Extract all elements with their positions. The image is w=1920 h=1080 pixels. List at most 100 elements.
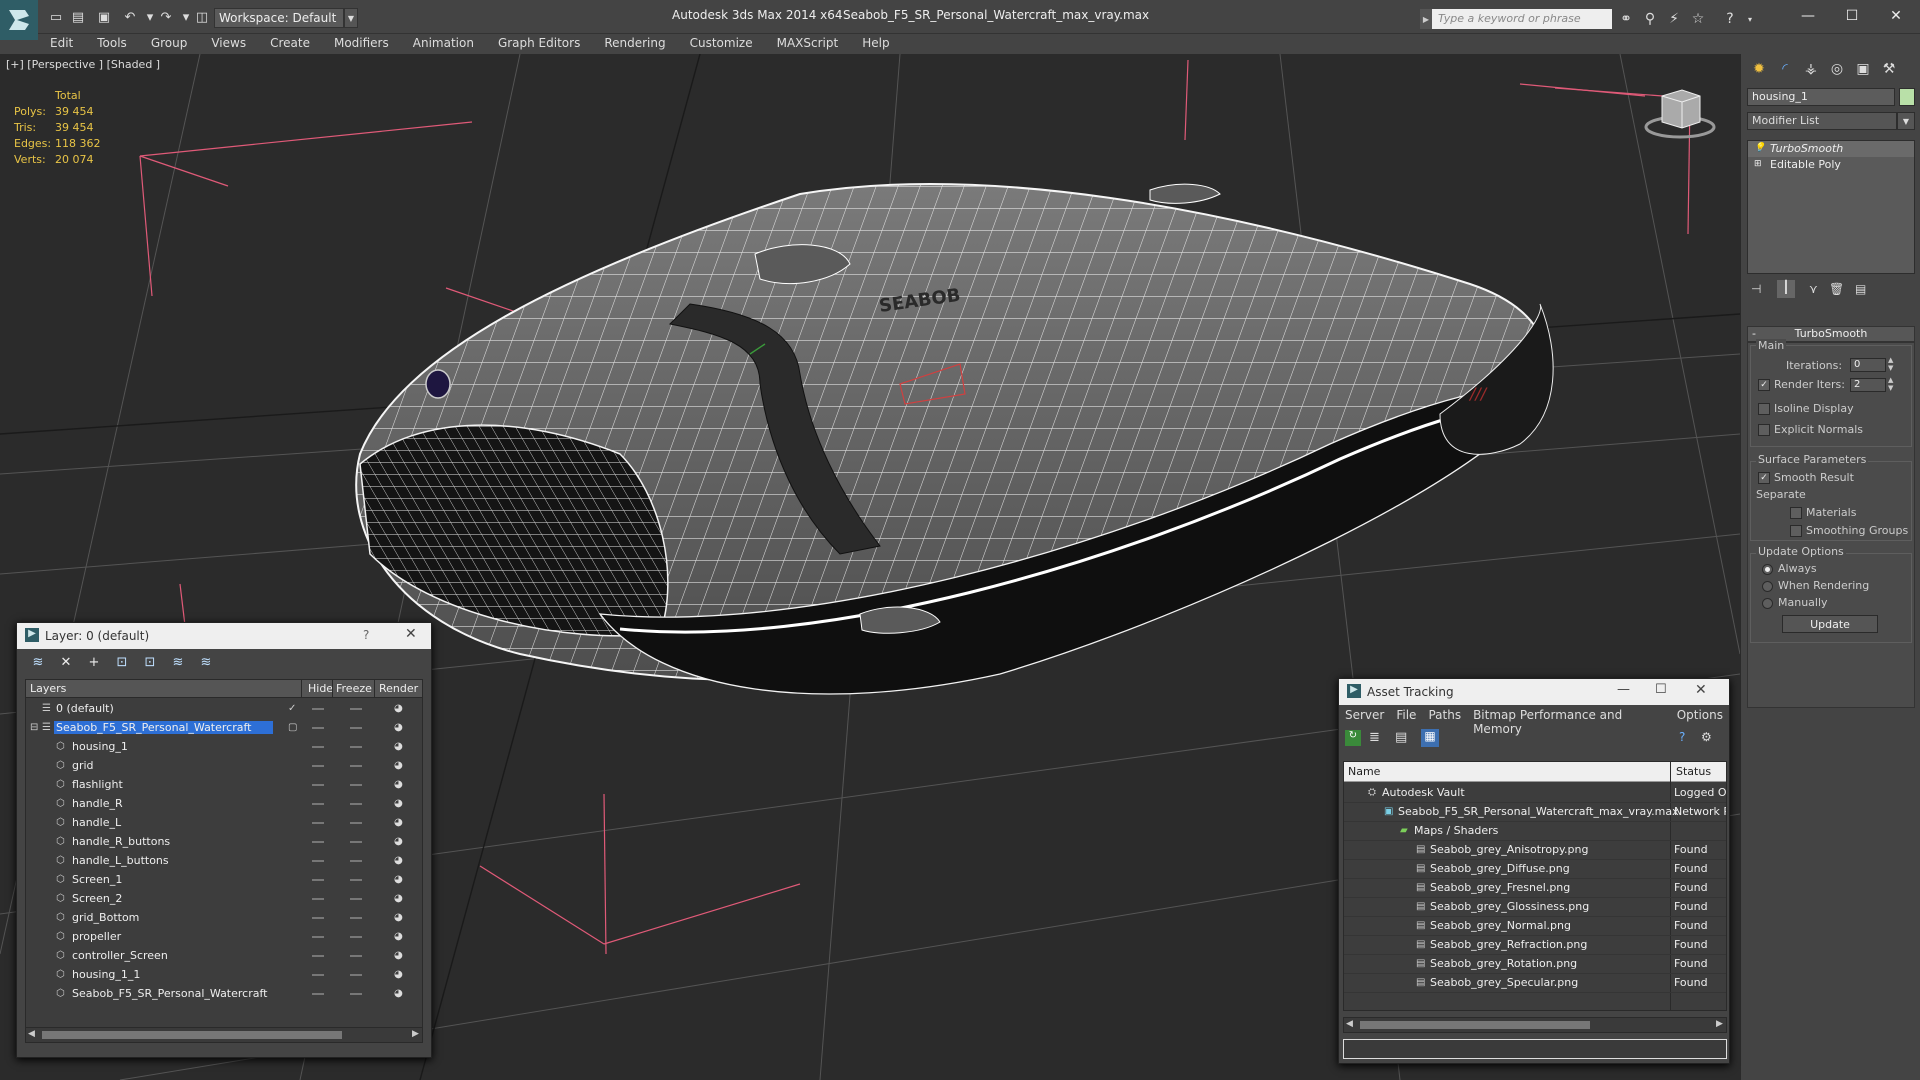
hide-toggle[interactable] [312, 898, 324, 900]
close-icon[interactable]: ✕ [405, 626, 417, 642]
render-teapot-icon[interactable]: ◕ [394, 703, 403, 714]
communication-icon[interactable]: ⚡ [1664, 9, 1684, 29]
render-iters-checkbox[interactable]: ✓ [1758, 379, 1770, 391]
asset-row[interactable]: ▤ Seabob_grey_Fresnel.png Found [1344, 879, 1726, 898]
hide-toggle[interactable] [312, 860, 324, 862]
object-name-field[interactable]: housing_1 [1747, 88, 1895, 106]
layer-row[interactable]: ⬡ flashlight ◕ [26, 776, 422, 795]
highlight-layers-icon[interactable]: ⊡ [139, 653, 161, 671]
render-teapot-icon[interactable]: ◕ [394, 836, 403, 847]
configure-sets-icon[interactable]: ▤ [1855, 282, 1866, 296]
asset-row[interactable]: ▤ Seabob_grey_Rotation.png Found [1344, 955, 1726, 974]
freeze-toggle[interactable] [350, 822, 362, 824]
column-status[interactable]: Status [1676, 765, 1711, 778]
hide-toggle[interactable] [312, 917, 324, 919]
menu-animation[interactable]: Animation [401, 34, 486, 54]
layer-row[interactable]: ⬡ handle_R_buttons ◕ [26, 833, 422, 852]
asset-row[interactable]: ▤ Seabob_grey_Glossiness.png Found [1344, 898, 1726, 917]
render-teapot-icon[interactable]: ◕ [394, 855, 403, 866]
subscription-icon[interactable]: ⚲ [1640, 9, 1660, 29]
freeze-toggle[interactable] [350, 746, 362, 748]
asset-path-field[interactable] [1343, 1039, 1727, 1059]
spinner-arrows-icon[interactable]: ▲ ▼ [1888, 356, 1893, 372]
binoculars-icon[interactable]: ⚭ [1616, 9, 1636, 29]
hide-toggle[interactable] [312, 822, 324, 824]
save-icon[interactable]: ▣ [94, 8, 114, 26]
column-render[interactable]: Render [379, 682, 418, 695]
menu-views[interactable]: Views [199, 34, 258, 54]
hide-toggle[interactable] [312, 708, 324, 710]
hide-toggle[interactable] [312, 879, 324, 881]
asset-row[interactable]: ⛭ Autodesk Vault Logged O [1344, 784, 1726, 803]
render-teapot-icon[interactable]: ◕ [394, 988, 403, 999]
update-button[interactable]: Update [1782, 615, 1878, 633]
horizontal-scrollbar[interactable]: ◀ ▶ [1343, 1017, 1727, 1033]
add-to-layer-icon[interactable]: + [83, 653, 105, 671]
freeze-toggle[interactable] [350, 860, 362, 862]
always-radio[interactable] [1762, 564, 1773, 575]
menu-maxscript[interactable]: MAXScript [765, 34, 851, 54]
render-teapot-icon[interactable]: ◕ [394, 741, 403, 752]
hide-toggle[interactable] [312, 746, 324, 748]
freeze-toggle[interactable] [350, 803, 362, 805]
asset-row[interactable]: ▰ Maps / Shaders [1344, 822, 1726, 841]
manually-radio[interactable] [1762, 598, 1773, 609]
render-teapot-icon[interactable]: ◕ [394, 969, 403, 980]
chevron-right-icon[interactable]: ▶ [1420, 9, 1432, 29]
menu-rendering[interactable]: Rendering [592, 34, 677, 54]
menu-create[interactable]: Create [258, 34, 322, 54]
new-file-icon[interactable]: ▭ [46, 8, 66, 26]
lightbulb-icon[interactable]: 💡 [1754, 143, 1765, 153]
stack-item-turbosmooth[interactable]: 💡 TurboSmooth [1748, 141, 1914, 157]
scroll-right-icon[interactable]: ▶ [412, 1029, 419, 1039]
hide-toggle[interactable] [312, 974, 324, 976]
asset-row[interactable]: ▤ Seabob_grey_Normal.png Found [1344, 917, 1726, 936]
minimize-icon[interactable]: — [1617, 682, 1630, 697]
collapse-toggle-icon[interactable]: ⊟ [30, 722, 41, 733]
freeze-toggle[interactable] [350, 879, 362, 881]
iterations-spinner[interactable]: 0 [1850, 358, 1886, 372]
render-iters-spinner[interactable]: 2 [1850, 378, 1886, 392]
close-icon[interactable]: ✕ [1874, 4, 1918, 28]
materials-checkbox[interactable] [1790, 507, 1802, 519]
hide-toggle[interactable] [312, 765, 324, 767]
display-tab-icon[interactable]: ▣ [1851, 58, 1875, 80]
view-cube[interactable] [1644, 89, 1716, 139]
render-teapot-icon[interactable]: ◕ [394, 722, 403, 733]
chevron-down-icon[interactable]: ▼ [344, 8, 358, 28]
hide-toggle[interactable] [312, 955, 324, 957]
expand-plus-icon[interactable]: ⊞ [1754, 159, 1764, 169]
list-view-icon[interactable]: ≣ [1369, 730, 1380, 745]
asset-window-title[interactable]: Asset Tracking [1339, 679, 1729, 705]
chevron-down-icon[interactable]: ▼ [1897, 112, 1915, 130]
menu-bitmap-performance[interactable]: Bitmap Performance and Memory [1467, 705, 1671, 736]
layer-row[interactable]: ⬡ Seabob_F5_SR_Personal_Watercraft ◕ [26, 985, 422, 1004]
horizontal-scrollbar[interactable]: ◀ ▶ [25, 1027, 423, 1043]
pin-stack-icon[interactable]: ⊣ [1751, 282, 1761, 296]
layer-row[interactable]: ⬡ grid ◕ [26, 757, 422, 776]
asset-row[interactable]: ▤ Seabob_grey_Refraction.png Found [1344, 936, 1726, 955]
freeze-toggle[interactable] [350, 936, 362, 938]
details-view-icon[interactable]: ▤ [1395, 730, 1407, 745]
select-objects-icon[interactable]: ⊡ [111, 653, 133, 671]
layer-row[interactable]: ⬡ handle_L_buttons ◕ [26, 852, 422, 871]
asset-row[interactable]: ▤ Seabob_grey_Anisotropy.png Found [1344, 841, 1726, 860]
menu-options[interactable]: Options [1671, 705, 1729, 725]
hierarchy-tab-icon[interactable]: ⚶ [1799, 58, 1823, 80]
menu-modifiers[interactable]: Modifiers [322, 34, 401, 54]
render-teapot-icon[interactable]: ◕ [394, 874, 403, 885]
table-view-icon[interactable]: ▦ [1421, 729, 1439, 747]
explicit-normals-checkbox[interactable] [1758, 424, 1770, 436]
render-teapot-icon[interactable]: ◕ [394, 817, 403, 828]
render-teapot-icon[interactable]: ◕ [394, 779, 403, 790]
column-freeze[interactable]: Freeze [336, 682, 372, 695]
hide-toggle[interactable] [312, 841, 324, 843]
column-layers[interactable]: Layers [30, 682, 66, 695]
maximize-icon[interactable]: ☐ [1655, 682, 1667, 697]
hide-toggle[interactable] [312, 784, 324, 786]
help-icon[interactable]: ? [1679, 730, 1685, 744]
new-layer-icon[interactable]: ≋ [27, 653, 49, 671]
smooth-result-checkbox[interactable]: ✓ [1758, 472, 1770, 484]
minimize-icon[interactable]: — [1786, 4, 1830, 28]
render-teapot-icon[interactable]: ◕ [394, 798, 403, 809]
